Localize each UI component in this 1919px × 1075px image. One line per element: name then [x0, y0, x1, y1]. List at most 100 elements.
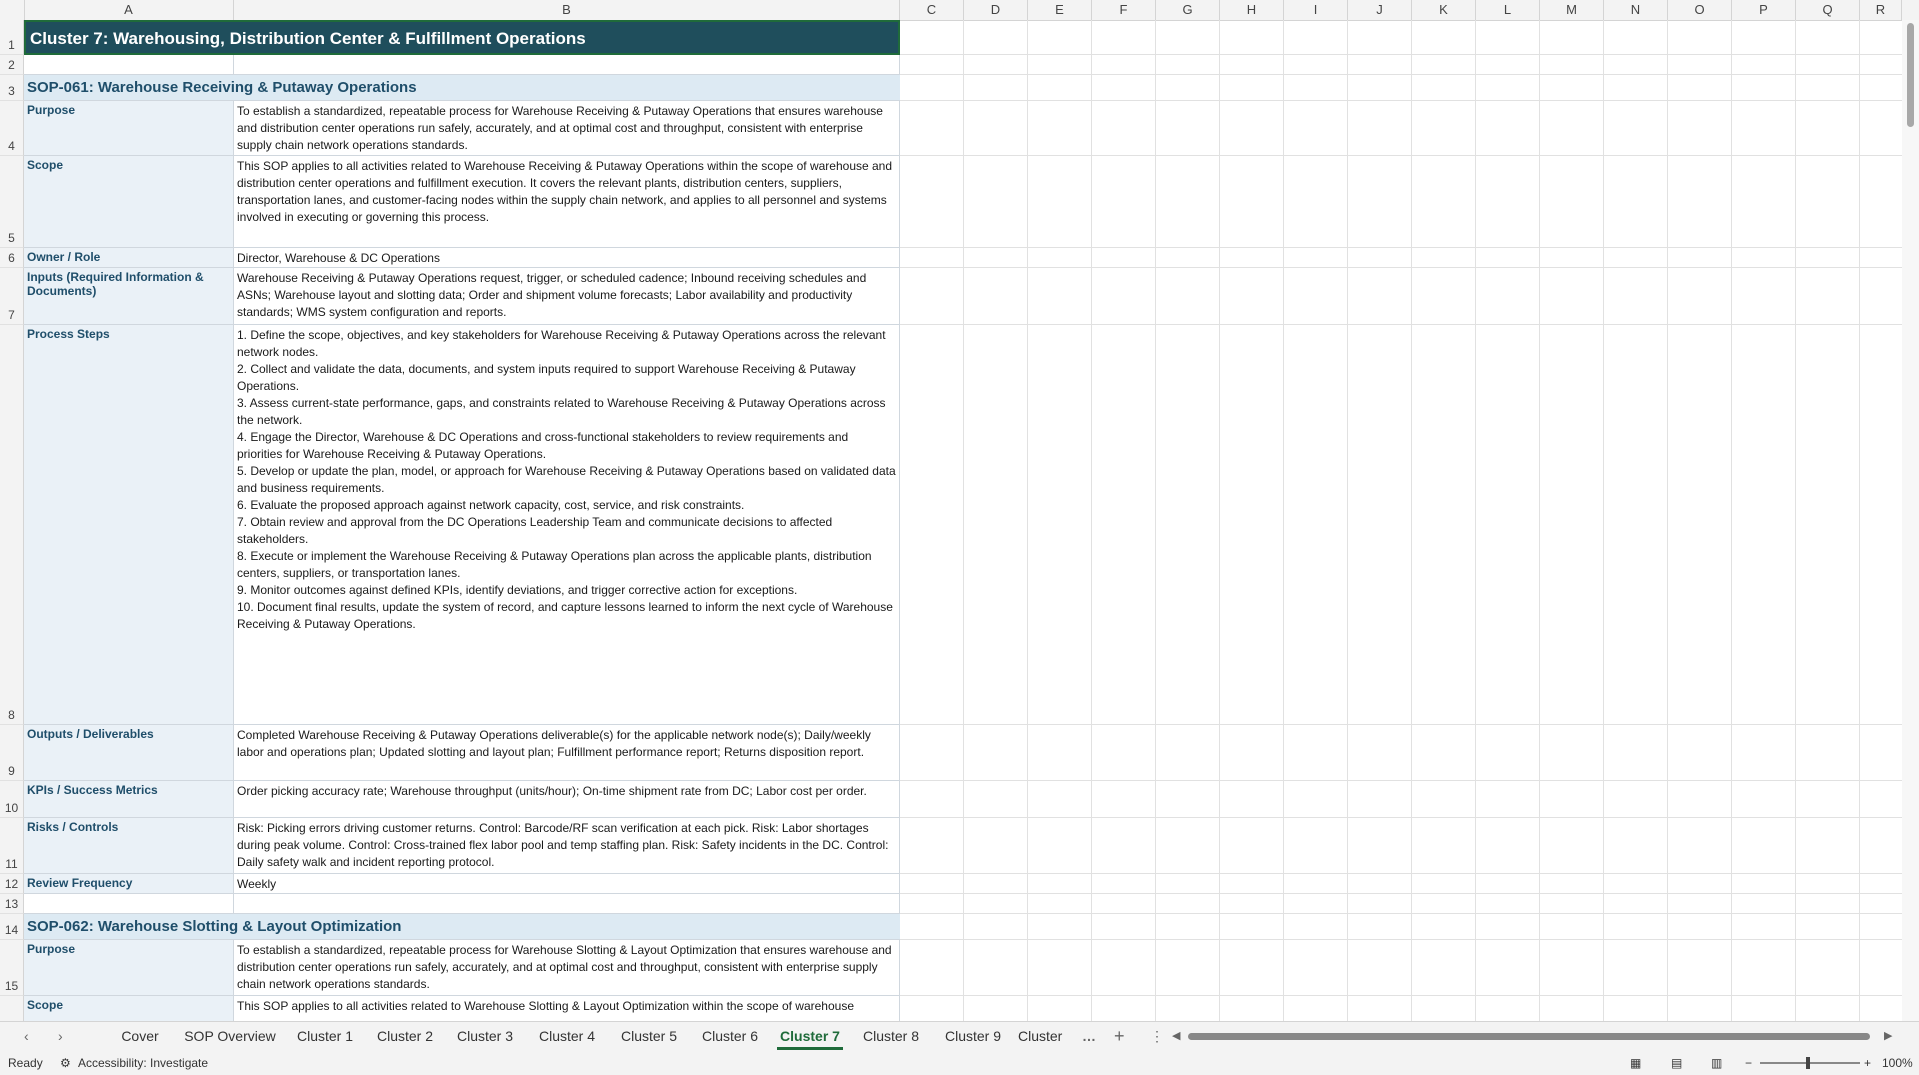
field-label[interactable]: Purpose: [24, 940, 234, 996]
column-header-j[interactable]: J: [1348, 0, 1412, 20]
next-sheet-icon[interactable]: ›: [58, 1022, 63, 1050]
column-header-o[interactable]: O: [1668, 0, 1732, 20]
column-header-n[interactable]: N: [1604, 0, 1668, 20]
sheet-tab[interactable]: SOP Overview: [178, 1022, 282, 1050]
sop-heading[interactable]: SOP-061: Warehouse Receiving & Putaway O…: [24, 75, 900, 101]
cell[interactable]: [24, 55, 234, 75]
zoom-in-icon[interactable]: +: [1864, 1051, 1871, 1075]
row-header[interactable]: 16: [0, 996, 24, 1021]
row-header[interactable]: 6: [0, 248, 24, 268]
sheet-tab[interactable]: Cluster 6: [697, 1022, 763, 1050]
column-header-r[interactable]: R: [1860, 0, 1902, 20]
row-header[interactable]: 1: [0, 20, 24, 55]
cluster-title[interactable]: Cluster 7: Warehousing, Distribution Cen…: [24, 20, 900, 55]
field-value[interactable]: Order picking accuracy rate; Warehouse t…: [234, 781, 900, 818]
field-value[interactable]: This SOP applies to all activities relat…: [234, 996, 900, 1021]
sheet-tab[interactable]: Cluster 5: [616, 1022, 682, 1050]
zoom-out-icon[interactable]: −: [1745, 1051, 1752, 1075]
zoom-slider[interactable]: [1760, 1062, 1860, 1064]
row-header[interactable]: 2: [0, 55, 24, 75]
row-header[interactable]: 5: [0, 156, 24, 248]
sheet-tab[interactable]: Cover: [112, 1022, 168, 1050]
sheet-tab[interactable]: Cluster: [1018, 1022, 1070, 1050]
row-header[interactable]: 11: [0, 818, 24, 874]
sheet-tab[interactable]: Cluster 8: [858, 1022, 924, 1050]
sheet-tab[interactable]: Cluster 3: [452, 1022, 518, 1050]
normal-view-icon[interactable]: ▦: [1630, 1051, 1641, 1075]
row-header[interactable]: 14: [0, 914, 24, 940]
cell[interactable]: [234, 894, 900, 914]
field-label[interactable]: Review Frequency: [24, 874, 234, 894]
row-header[interactable]: 8: [0, 325, 24, 725]
row-header[interactable]: 13: [0, 894, 24, 914]
row-header[interactable]: 9: [0, 725, 24, 781]
sheet-options-icon[interactable]: ⋮: [1150, 1022, 1164, 1050]
column-header-h[interactable]: H: [1220, 0, 1284, 20]
field-value[interactable]: Risk: Picking errors driving customer re…: [234, 818, 900, 874]
add-sheet-icon[interactable]: +: [1114, 1022, 1125, 1050]
prev-sheet-icon[interactable]: ‹: [24, 1022, 29, 1050]
page-layout-icon[interactable]: ▤: [1671, 1051, 1682, 1075]
column-header-i[interactable]: I: [1284, 0, 1348, 20]
field-value[interactable]: To establish a standardized, repeatable …: [234, 101, 900, 156]
row-header[interactable]: 3: [0, 75, 24, 101]
vertical-scrollbar[interactable]: [1902, 20, 1919, 1021]
zoom-level[interactable]: 100%: [1882, 1051, 1913, 1075]
row-header[interactable]: 12: [0, 874, 24, 894]
sop-heading[interactable]: SOP-062: Warehouse Slotting & Layout Opt…: [24, 914, 900, 940]
column-header-c[interactable]: C: [900, 0, 964, 20]
column-header-p[interactable]: P: [1732, 0, 1796, 20]
field-label[interactable]: Process Steps: [24, 325, 234, 725]
horizontal-scroll-thumb[interactable]: [1188, 1033, 1870, 1040]
page-break-icon[interactable]: ▥: [1711, 1051, 1722, 1075]
row-header[interactable]: 7: [0, 268, 24, 325]
column-header-q[interactable]: Q: [1796, 0, 1860, 20]
field-label[interactable]: Scope: [24, 996, 234, 1021]
field-label[interactable]: Owner / Role: [24, 248, 234, 268]
field-label[interactable]: Scope: [24, 156, 234, 248]
column-header-e[interactable]: E: [1028, 0, 1092, 20]
row-header[interactable]: 4: [0, 101, 24, 156]
cell[interactable]: [234, 55, 900, 75]
worksheet-grid[interactable]: 1 Cluster 7: Warehousing, Distribution C…: [0, 20, 1902, 1021]
sheet-tab[interactable]: Cluster 9: [940, 1022, 1006, 1050]
column-header-l[interactable]: L: [1476, 0, 1540, 20]
sheet-tab[interactable]: Cluster 2: [372, 1022, 438, 1050]
scroll-right-icon[interactable]: ▶: [1884, 1022, 1892, 1050]
status-ready: Ready: [8, 1056, 43, 1070]
field-label[interactable]: Inputs (Required Information & Documents…: [24, 268, 234, 325]
sheet-tab[interactable]: Cluster 4: [534, 1022, 600, 1050]
column-header-m[interactable]: M: [1540, 0, 1604, 20]
sheet-tab[interactable]: Cluster 1: [292, 1022, 358, 1050]
column-header-b[interactable]: B: [234, 0, 900, 20]
field-value[interactable]: Completed Warehouse Receiving & Putaway …: [234, 725, 900, 781]
field-label[interactable]: Purpose: [24, 101, 234, 156]
field-label[interactable]: Risks / Controls: [24, 818, 234, 874]
sheet-row: 6 Owner / Role Director, Warehouse & DC …: [0, 248, 1902, 268]
field-label[interactable]: KPIs / Success Metrics: [24, 781, 234, 818]
column-header-k[interactable]: K: [1412, 0, 1476, 20]
sheet-tab-active[interactable]: Cluster 7: [777, 1022, 843, 1050]
field-value[interactable]: Weekly: [234, 874, 900, 894]
accessibility-status[interactable]: Accessibility: Investigate: [78, 1051, 208, 1075]
column-header-g[interactable]: G: [1156, 0, 1220, 20]
row-header[interactable]: 15: [0, 940, 24, 996]
sheet-row: 11 Risks / Controls Risk: Picking errors…: [0, 818, 1902, 874]
field-value[interactable]: Director, Warehouse & DC Operations: [234, 248, 900, 268]
more-sheets-icon[interactable]: …: [1082, 1022, 1096, 1050]
column-header-f[interactable]: F: [1092, 0, 1156, 20]
zoom-slider-thumb[interactable]: [1806, 1057, 1810, 1069]
select-all-corner[interactable]: [0, 0, 25, 20]
column-header-a[interactable]: A: [24, 0, 234, 20]
accessibility-icon[interactable]: ⚙: [60, 1051, 71, 1075]
process-steps-cell[interactable]: 1. Define the scope, objectives, and key…: [234, 325, 900, 725]
field-value[interactable]: This SOP applies to all activities relat…: [234, 156, 900, 248]
field-value[interactable]: To establish a standardized, repeatable …: [234, 940, 900, 996]
scroll-left-icon[interactable]: ◀: [1172, 1022, 1180, 1050]
cell[interactable]: [24, 894, 234, 914]
column-header-d[interactable]: D: [964, 0, 1028, 20]
field-label[interactable]: Outputs / Deliverables: [24, 725, 234, 781]
row-header[interactable]: 10: [0, 781, 24, 818]
field-value[interactable]: Warehouse Receiving & Putaway Operations…: [234, 268, 900, 325]
vertical-scroll-thumb[interactable]: [1907, 23, 1914, 127]
